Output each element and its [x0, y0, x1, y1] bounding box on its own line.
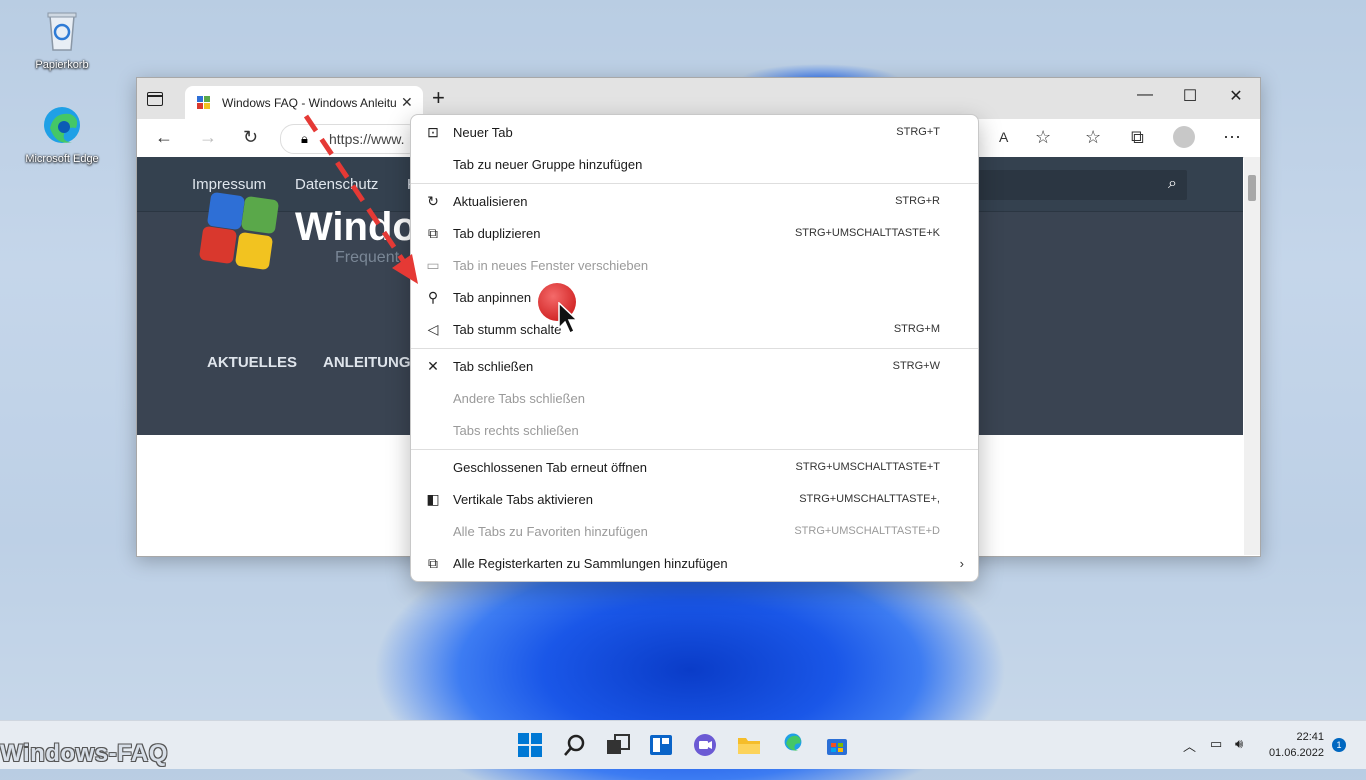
store-icon[interactable]: [824, 732, 850, 758]
tab-actions-icon[interactable]: [147, 92, 163, 106]
menu-anleitung[interactable]: ANLEITUNG: [323, 354, 411, 371]
scrollbar[interactable]: [1244, 157, 1260, 555]
site-logo: [198, 191, 280, 272]
menu-item-label: Tab duplizieren: [453, 226, 541, 241]
menu-item-close-tab[interactable]: ✕ Tab schließen STRG+W: [411, 351, 978, 383]
taskbar: ︿ ▭ 🔊︎ 22:41 01.06.2022 1: [0, 720, 1366, 769]
menu-item-shortcut: STRG+UMSCHALTTASTE+K: [794, 227, 940, 239]
menu-item-label: Geschlossenen Tab erneut öffnen: [453, 460, 647, 475]
clock-date: 01.06.2022: [1268, 747, 1324, 759]
profile-avatar[interactable]: [1173, 126, 1195, 148]
search-icon[interactable]: [562, 732, 588, 758]
menu-item-label: Andere Tabs schließen: [453, 391, 586, 406]
annotation-arrow-icon: [303, 114, 418, 284]
clock[interactable]: 22:41 01.06.2022: [1262, 729, 1324, 761]
menu-item-shortcut: STRG+UMSCHALTTASTE+D: [794, 525, 940, 537]
chat-icon[interactable]: [692, 732, 718, 758]
edge-icon: [44, 107, 80, 143]
menu-item-shortcut: STRG+R: [895, 195, 940, 207]
notification-badge[interactable]: 1: [1332, 738, 1346, 752]
menu-item-close-other-tabs[interactable]: Andere Tabs schließen: [411, 383, 978, 415]
close-icon: ✕: [427, 358, 439, 374]
maximize-button[interactable]: ☐: [1167, 86, 1213, 106]
windows-favicon-icon: [197, 96, 210, 109]
menu-item-add-to-collections[interactable]: ⧉ Alle Registerkarten zu Sammlungen hinz…: [411, 548, 978, 580]
forward-icon[interactable]: →: [199, 127, 217, 148]
menu-item-label: Tab in neues Fenster verschieben: [453, 258, 649, 273]
menu-item-refresh[interactable]: ↻ Aktualisieren STRG+R: [411, 186, 978, 218]
menu-item-label: Tab stumm schalte: [453, 322, 562, 337]
volume-icon[interactable]: 🔊︎: [1235, 736, 1243, 752]
start-icon[interactable]: [517, 732, 543, 758]
edge-label: Microsoft Edge: [25, 153, 99, 165]
menu-item-shortcut: STRG+T: [896, 126, 940, 138]
menu-item-reopen-closed-tab[interactable]: Geschlossenen Tab erneut öffnen STRG+UMS…: [411, 452, 978, 484]
minimize-button[interactable]: —: [1122, 86, 1168, 104]
menu-item-shortcut: STRG+M: [893, 323, 940, 335]
menu-separator: [411, 449, 978, 450]
menu-item-add-all-favorites[interactable]: Alle Tabs zu Favoriten hinzufügen STRG+U…: [411, 516, 978, 548]
menu-item-label: Vertikale Tabs aktivieren: [453, 492, 593, 507]
menu-item-mute-tab[interactable]: ◁ Tab stumm schalte STRG+M: [411, 314, 978, 346]
network-icon[interactable]: ▭: [1210, 736, 1222, 752]
menu-item-label: Tab zu neuer Gruppe hinzufügen: [453, 157, 643, 172]
menu-item-shortcut: STRG+UMSCHALTTASTE+,: [799, 493, 940, 505]
menu-item-label: Tabs rechts schließen: [453, 423, 579, 438]
menu-separator: [411, 348, 978, 349]
menu-item-add-to-group[interactable]: Tab zu neuer Gruppe hinzufügen: [411, 149, 978, 181]
collections-icon: ⧉: [428, 555, 438, 571]
menu-item-close-tabs-right[interactable]: Tabs rechts schließen: [411, 415, 978, 447]
favorites-icon[interactable]: ☆: [1085, 127, 1101, 148]
back-icon[interactable]: ←: [155, 127, 173, 148]
menu-aktuelles[interactable]: AKTUELLES: [207, 354, 297, 371]
menu-item-vertical-tabs[interactable]: ◧ Vertikale Tabs aktivieren STRG+UMSCHAL…: [411, 484, 978, 516]
menu-item-label: Alle Registerkarten zu Sammlungen hinzuf…: [453, 556, 728, 571]
menu-item-label: Aktualisieren: [453, 194, 528, 209]
menu-separator: [411, 183, 978, 184]
scrollbar-thumb[interactable]: [1248, 175, 1256, 201]
close-window-button[interactable]: ✕: [1213, 86, 1259, 106]
menu-item-shortcut: STRG+UMSCHALTTASTE+T: [795, 461, 940, 473]
refresh-icon[interactable]: ↻: [243, 127, 258, 148]
recycle-bin-label: Papierkorb: [35, 59, 89, 71]
tab-close-icon[interactable]: ✕: [401, 94, 413, 111]
mute-icon: ◁: [427, 321, 439, 337]
widgets-icon[interactable]: [648, 732, 674, 758]
edge-taskbar-icon[interactable]: [780, 732, 806, 758]
tab-context-menu: ⊡ Neuer Tab STRG+T Tab zu neuer Gruppe h…: [410, 114, 979, 582]
menu-item-move-to-window[interactable]: ▭ Tab in neues Fenster verschieben: [411, 250, 978, 282]
menu-item-label: Neuer Tab: [453, 125, 513, 140]
menu-item-duplicate[interactable]: ⧉ Tab duplizieren STRG+UMSCHALTTASTE+K: [411, 218, 978, 250]
add-favorite-icon[interactable]: ☆: [1035, 127, 1051, 148]
mouse-cursor-icon: [558, 302, 579, 335]
tab-title: Windows FAQ - Windows Anleitu: [222, 96, 397, 110]
menu-item-label: Tab anpinnen: [453, 290, 532, 305]
menu-item-shortcut: STRG+W: [892, 360, 940, 372]
nav-impressum[interactable]: Impressum: [192, 176, 266, 193]
menu-item-label: Tab schließen: [453, 359, 534, 374]
read-aloud-icon[interactable]: A: [999, 129, 1008, 145]
file-explorer-icon[interactable]: [736, 732, 762, 758]
recycle-bin-icon: [47, 12, 77, 51]
desktop-recycle-bin[interactable]: Papierkorb: [17, 10, 107, 71]
menu-item-new-tab[interactable]: ⊡ Neuer Tab STRG+T: [411, 117, 978, 149]
menu-item-label: Alle Tabs zu Favoriten hinzufügen: [453, 524, 648, 539]
more-menu-icon[interactable]: ⋯: [1223, 127, 1241, 148]
task-view-icon[interactable]: [605, 732, 631, 758]
chevron-right-icon: ›: [959, 556, 964, 571]
collections-icon[interactable]: ⧉: [1131, 127, 1144, 148]
watermark: Windows-FAQ: [0, 740, 168, 767]
tray-overflow-icon[interactable]: ︿: [1183, 736, 1196, 755]
new-tab-button[interactable]: +: [432, 87, 445, 109]
clock-time: 22:41: [1296, 731, 1324, 743]
desktop-edge[interactable]: Microsoft Edge: [17, 104, 107, 165]
menu-item-pin-tab[interactable]: ⚲ Tab anpinnen: [411, 282, 978, 314]
site-search[interactable]: ⌕: [977, 170, 1187, 200]
vertical-tabs-icon: ◧: [426, 491, 440, 507]
search-icon: ⌕: [1168, 175, 1177, 192]
